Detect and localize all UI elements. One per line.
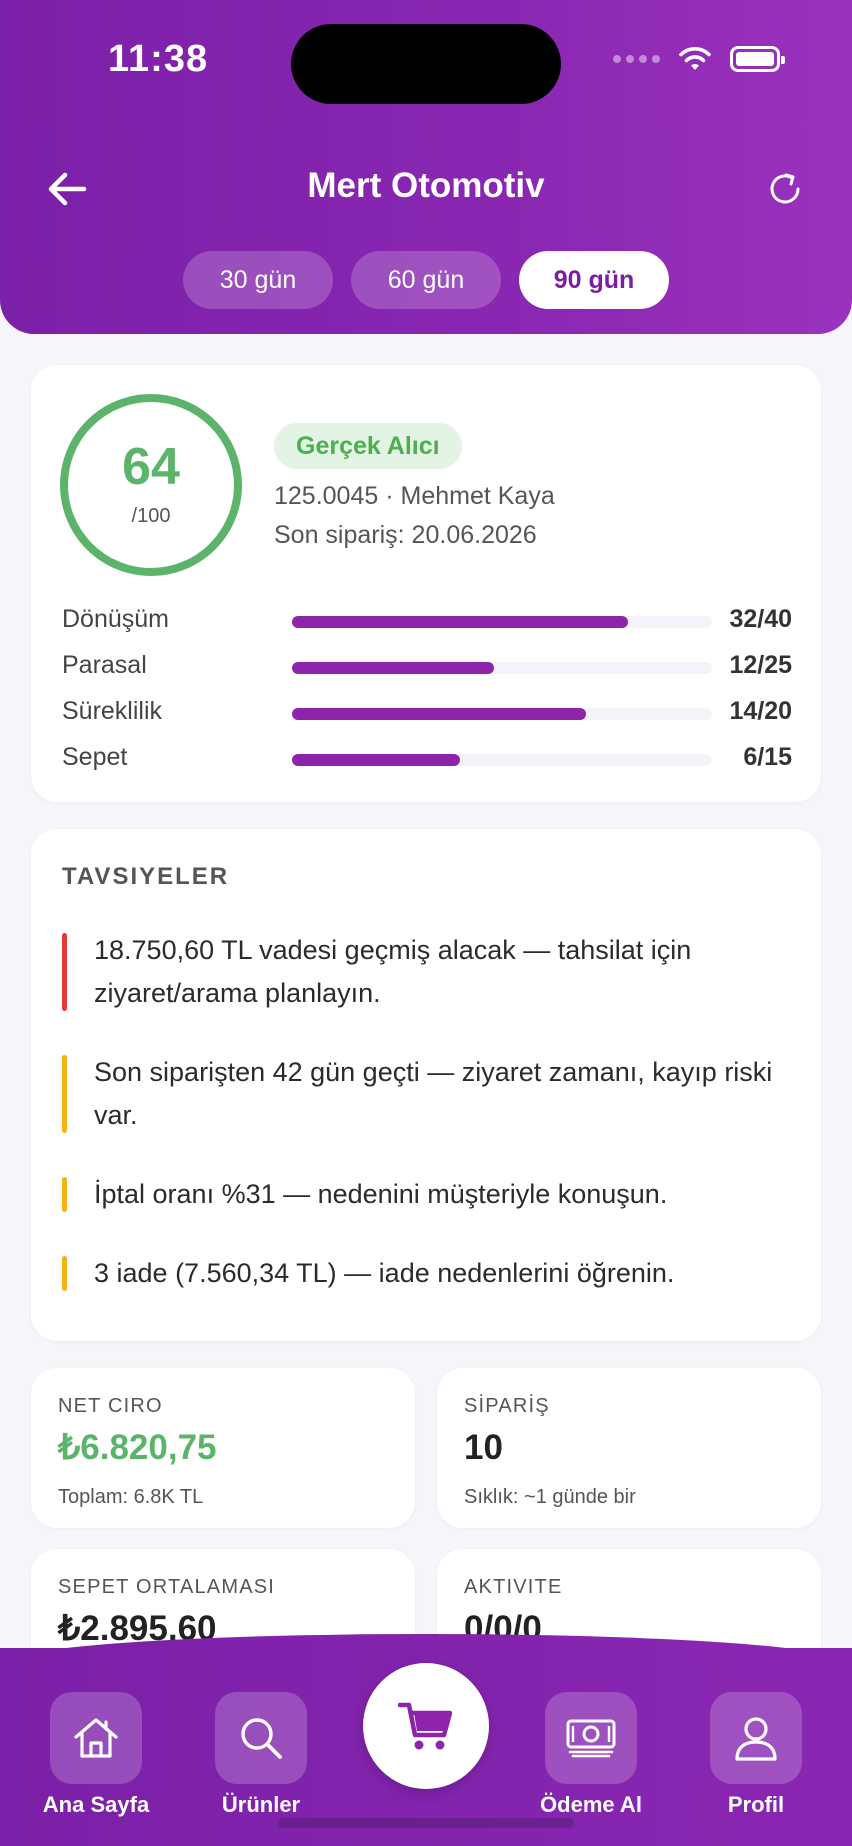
recommendation-text: 18.750,60 TL vadesi geçmiş alacak — tahs… [94,935,692,1008]
status-icons [613,46,785,72]
search-icon [241,1718,282,1759]
recommendations-card: TAVSIYELER 18.750,60 TL vadesi geçmiş al… [31,829,821,1341]
metric-track [292,616,712,628]
bottom-navigation: Ana Sayfa Ürünler Ödeme Al Profil [0,1634,852,1846]
metric-row-conversion: Dönüşüm 32/40 [62,605,792,635]
refresh-icon[interactable] [762,166,808,212]
metric-track [292,754,712,766]
recommendation-text: 3 iade (7.560,34 TL) — iade nedenlerini … [94,1258,675,1288]
metric-row-basket: Sepet 6/15 [62,743,792,773]
cart-icon [397,1702,453,1750]
cart-button[interactable] [363,1663,489,1789]
stat-sub: Toplam: 6.8K TL [58,1486,204,1508]
dynamic-island [291,24,561,104]
nav-payment-icon-box [545,1692,637,1784]
severity-bar [62,933,67,1011]
metric-track [292,662,712,674]
home-icon [74,1718,118,1758]
status-time: 11:38 [108,38,209,80]
customer-code-line: 125.0045 · Mehmet Kaya [274,482,555,510]
stat-card-orders: SİPARİŞ 10 Sıklık: ~1 günde bir [437,1368,821,1528]
nav-label: Ana Sayfa [42,1792,150,1817]
metric-fill [292,708,586,720]
stat-value: 10 [464,1428,503,1467]
period-tab-90[interactable]: 90 gün [519,251,669,309]
wifi-icon [679,47,711,70]
stat-label: SİPARİŞ [464,1395,550,1417]
nav-products[interactable]: Ürünler [191,1692,331,1818]
nav-products-icon-box [215,1692,307,1784]
nav-profile[interactable]: Profil [686,1692,826,1818]
nav-payment[interactable]: Ödeme Al [521,1692,661,1818]
period-tabs: 30 gün 60 gün 90 gün [0,251,852,309]
recommendation-text: Son siparişten 42 gün geçti — ziyaret za… [94,1057,773,1130]
nav-label: Ödeme Al [540,1792,642,1817]
metric-fill [292,754,460,766]
recommendations-title: TAVSIYELER [62,863,230,890]
nav-label: Profil [727,1792,785,1817]
metric-fill [292,662,494,674]
metric-value: 12/25 [729,651,792,679]
score-card: 64 /100 Gerçek Alıcı 125.0045 · Mehmet K… [31,365,821,802]
stat-label: NET CIRO [58,1395,163,1417]
recommendation-item[interactable]: 18.750,60 TL vadesi geçmiş alacak — tahs… [62,929,782,1015]
metric-track [292,708,712,720]
severity-bar [62,1256,67,1291]
metric-label: Süreklilik [62,697,163,725]
nav-home-icon-box [50,1692,142,1784]
stat-sub: Sıklık: ~1 günde bir [464,1486,636,1508]
cash-icon [566,1719,616,1758]
metric-label: Dönüşüm [62,605,169,633]
severity-bar [62,1055,67,1133]
metric-label: Parasal [62,651,147,679]
nav-home[interactable]: Ana Sayfa [26,1692,166,1818]
severity-bar [62,1177,67,1212]
recommendation-item[interactable]: İptal oranı %31 — nedenini müşteriyle ko… [62,1173,782,1216]
last-order-line: Son sipariş: 20.06.2026 [274,521,537,549]
metric-fill [292,616,628,628]
metric-value: 14/20 [729,697,792,725]
score-value: 64 [122,438,180,496]
metric-label: Sepet [62,743,128,771]
nav-label: Ürünler [221,1792,301,1817]
nav-profile-icon-box [710,1692,802,1784]
cellular-signal-icon [613,55,660,63]
period-tab-30[interactable]: 30 gün [183,251,333,309]
recommendation-text: İptal oranı %31 — nedenini müşteriyle ko… [94,1179,668,1209]
metric-value: 6/15 [743,743,792,771]
header: 11:38 Mert Otomotiv 30 gün 60 gün 90 gün [0,0,852,334]
user-icon [735,1717,777,1761]
buyer-type-badge: Gerçek Alıcı [274,423,462,469]
stat-label: SEPET ORTALAMASI [58,1576,276,1598]
metric-value: 32/40 [729,605,792,633]
period-tab-60[interactable]: 60 gün [351,251,501,309]
stat-card-net-revenue: NET CIRO ₺6.820,75 Toplam: 6.8K TL [31,1368,415,1528]
page-title: Mert Otomotiv [307,166,545,205]
metric-row-monetary: Parasal 12/25 [62,651,792,681]
stat-label: AKTIVITE [464,1576,563,1598]
battery-icon [730,46,785,72]
recommendation-item[interactable]: 3 iade (7.560,34 TL) — iade nedenlerini … [62,1252,782,1295]
stat-value: ₺6.820,75 [58,1428,217,1467]
metric-row-continuity: Süreklilik 14/20 [62,697,792,727]
recommendation-item[interactable]: Son siparişten 42 gün geçti — ziyaret za… [62,1051,782,1137]
score-max: /100 [131,505,171,527]
home-indicator [278,1818,574,1828]
